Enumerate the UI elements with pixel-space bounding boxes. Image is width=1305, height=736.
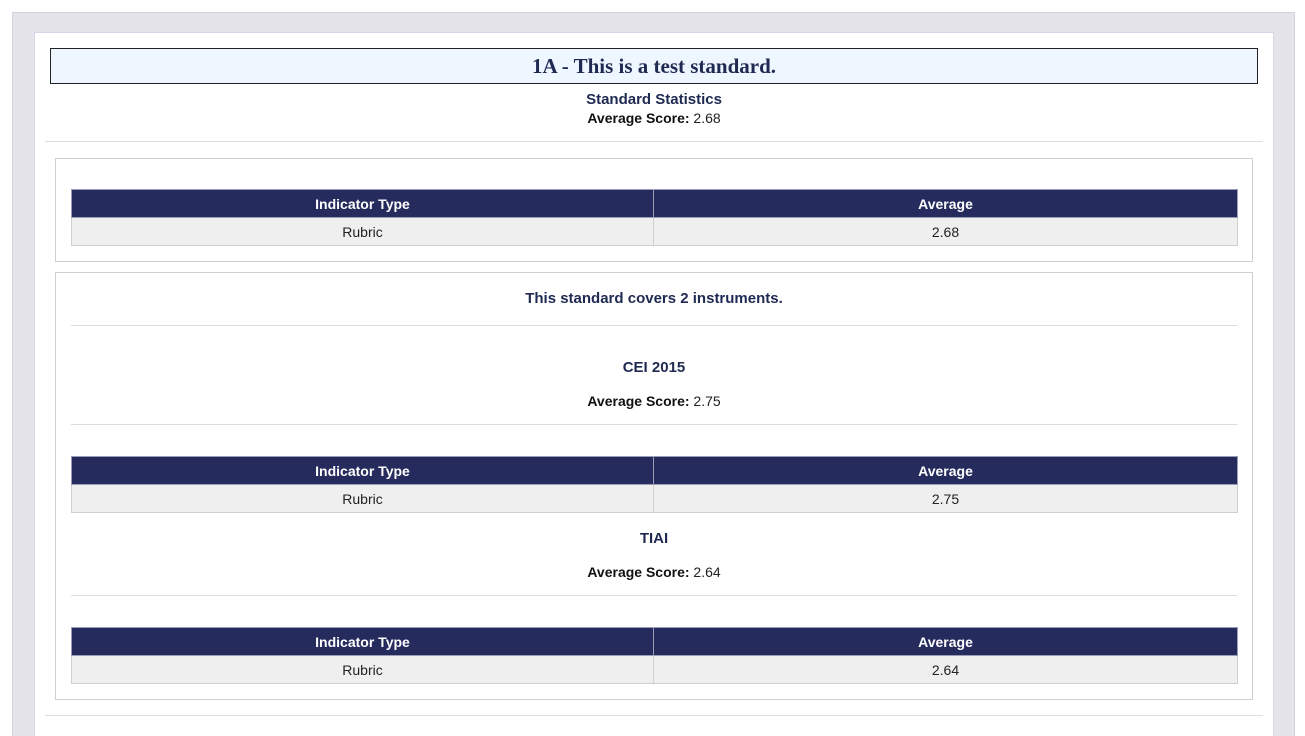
- table-row: Rubric 2.68: [71, 217, 1238, 246]
- indicator-type-cell: Rubric: [71, 655, 654, 684]
- indicator-type-cell: Rubric: [71, 484, 654, 513]
- divider: [71, 325, 1237, 326]
- average-cell: 2.64: [653, 655, 1238, 684]
- column-header-indicator-type: Indicator Type: [71, 189, 654, 218]
- column-header-average: Average: [653, 189, 1238, 218]
- instrument-average-score: Average Score: 2.64: [56, 564, 1252, 580]
- instruments-coverage-heading: This standard covers 2 instruments.: [525, 290, 783, 307]
- instrument-indicator-table: Indicator Type Average Rubric 2.75: [71, 456, 1238, 513]
- standard-title: 1A - This is a test standard.: [50, 48, 1258, 84]
- average-score-value: 2.68: [693, 110, 721, 126]
- standard-title-text: 1A - This is a test standard.: [531, 53, 777, 78]
- divider: [45, 715, 1263, 716]
- divider: [45, 141, 1263, 142]
- table-header-row: Indicator Type Average: [71, 456, 1238, 485]
- column-header-indicator-type: Indicator Type: [71, 627, 654, 656]
- instrument-name: TIAI: [639, 530, 669, 547]
- summary-indicator-table: Indicator Type Average Rubric 2.68: [71, 189, 1238, 246]
- table-header-row: Indicator Type Average: [71, 627, 1238, 656]
- instrument-indicator-table: Indicator Type Average Rubric 2.64: [71, 627, 1238, 684]
- divider: [71, 595, 1237, 596]
- table-row: Rubric 2.75: [71, 484, 1238, 513]
- average-score-label: Average Score:: [587, 110, 690, 126]
- average-score-label: Average Score:: [587, 564, 690, 580]
- average-cell: 2.68: [653, 217, 1238, 246]
- table-header-row: Indicator Type Average: [71, 189, 1238, 218]
- column-header-average: Average: [653, 627, 1238, 656]
- average-score-value: 2.75: [693, 393, 721, 409]
- standard-statistics-heading: Standard Statistics: [586, 91, 722, 108]
- average-cell: 2.75: [653, 484, 1238, 513]
- column-header-average: Average: [653, 456, 1238, 485]
- standard-average-score: Average Score: 2.68: [34, 110, 1274, 126]
- average-score-value: 2.64: [693, 564, 721, 580]
- table-row: Rubric 2.64: [71, 655, 1238, 684]
- divider: [71, 424, 1237, 425]
- instrument-average-score: Average Score: 2.75: [56, 393, 1252, 409]
- indicator-type-cell: Rubric: [71, 217, 654, 246]
- instrument-name: CEI 2015: [622, 359, 686, 376]
- column-header-indicator-type: Indicator Type: [71, 456, 654, 485]
- average-score-label: Average Score:: [587, 393, 690, 409]
